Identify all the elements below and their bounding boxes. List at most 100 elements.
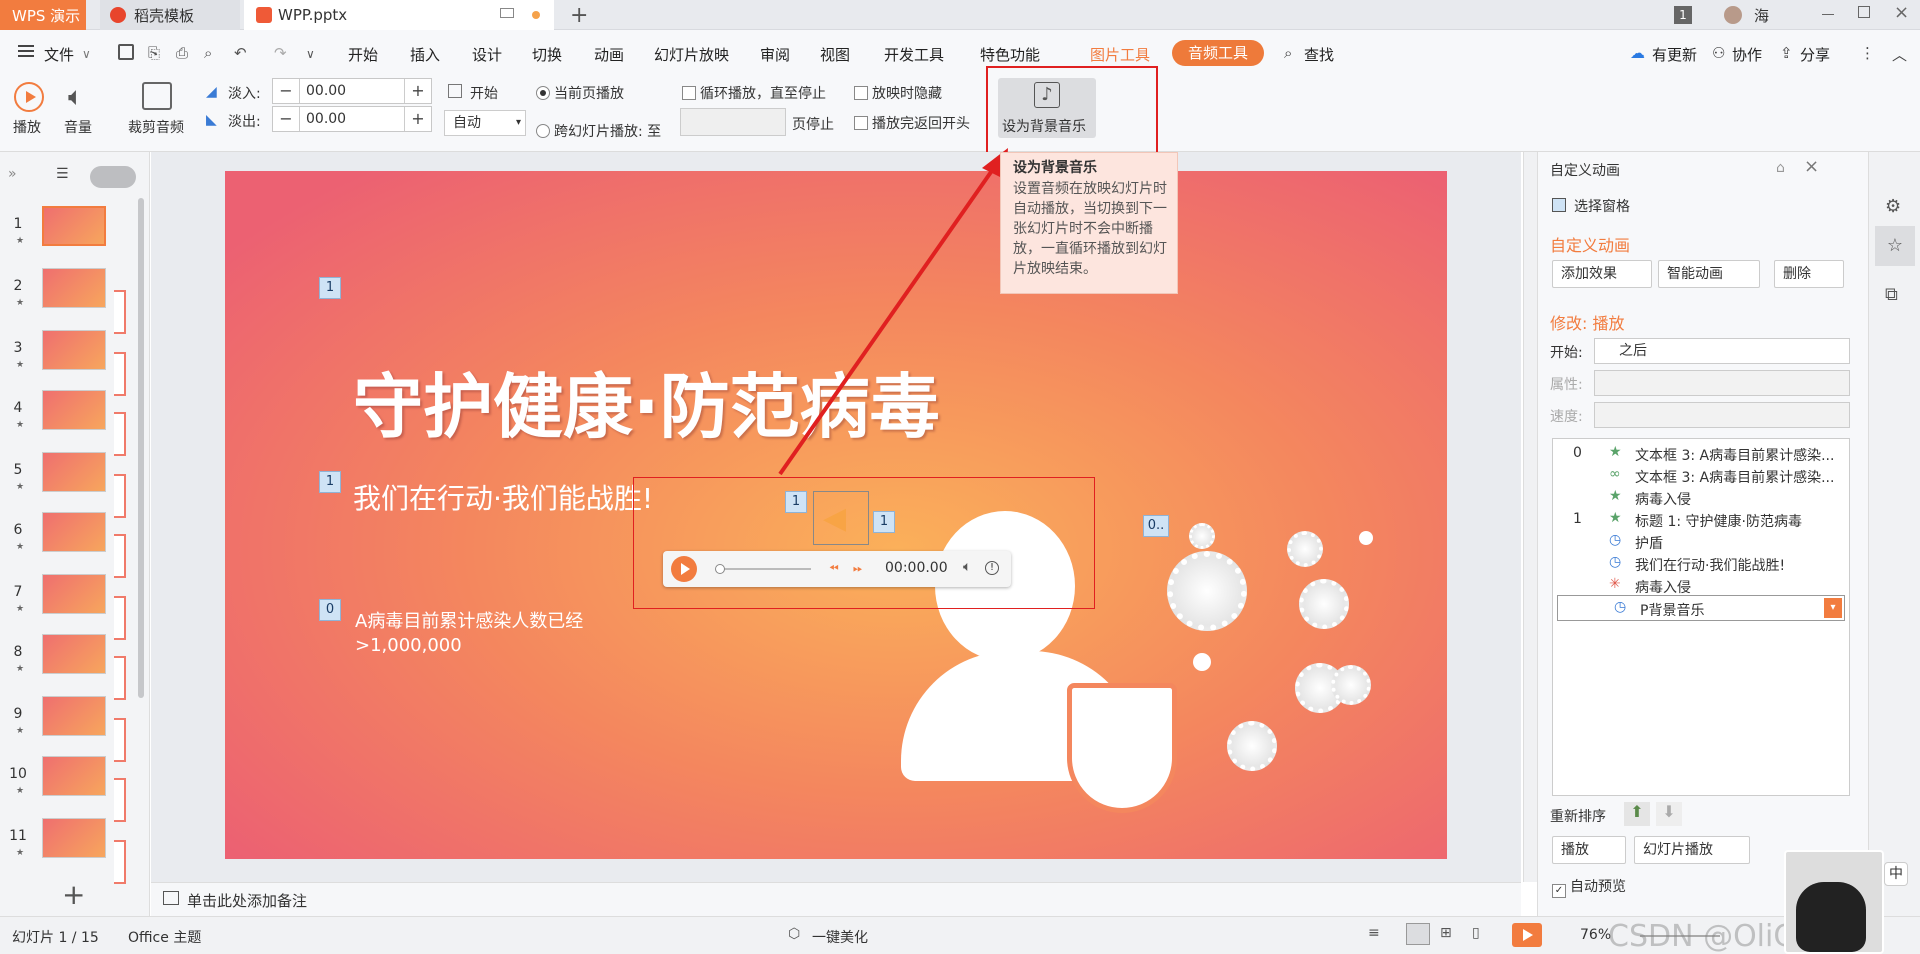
- more-icon[interactable]: ∨: [306, 47, 315, 61]
- slide-thumbnail[interactable]: [42, 696, 106, 736]
- notes-bar[interactable]: 单击此处添加备注: [151, 882, 1521, 916]
- autopreview-checkbox[interactable]: ✓ 自动预览: [1552, 876, 1626, 898]
- expand-icon[interactable]: »: [8, 166, 17, 182]
- menu-item-animation[interactable]: 动画: [594, 44, 624, 65]
- transition-icon[interactable]: ⧉: [1885, 284, 1898, 305]
- new-tab-button[interactable]: +: [570, 0, 588, 30]
- sorter-view-icon[interactable]: ⊞: [1440, 925, 1452, 941]
- slide-thumbnail[interactable]: [42, 452, 106, 492]
- menu-item-review[interactable]: 审阅: [760, 44, 790, 65]
- checkbox[interactable]: [682, 86, 696, 100]
- slide-thumbnail[interactable]: [42, 206, 106, 246]
- loop-checkbox[interactable]: 循环播放，直至停止: [682, 83, 826, 103]
- select-pane-icon[interactable]: [1552, 198, 1566, 212]
- virus-icon[interactable]: [1299, 579, 1349, 629]
- checkbox[interactable]: ✓: [1552, 884, 1566, 898]
- slide-thumbnail[interactable]: [42, 818, 106, 858]
- slide-thumbnail[interactable]: [42, 574, 106, 614]
- fade-in-value[interactable]: 00.00: [299, 79, 405, 103]
- preview-icon[interactable]: ⌕: [204, 44, 212, 62]
- slide-thumbnail[interactable]: [42, 268, 106, 308]
- checkbox[interactable]: [854, 116, 868, 130]
- chevron-down-icon[interactable]: ▾: [1824, 598, 1842, 618]
- virus-icon[interactable]: [1331, 665, 1371, 705]
- start-select[interactable]: 自动 ▾: [444, 110, 526, 136]
- app-tab[interactable]: WPS 演示: [0, 0, 86, 30]
- close-pane-icon[interactable]: ×: [1804, 156, 1819, 177]
- menu-item-design[interactable]: 设计: [472, 44, 502, 65]
- menu-item-audio-tools[interactable]: 音频工具: [1172, 40, 1264, 66]
- file-tab[interactable]: WPP.pptx: [244, 0, 554, 30]
- slide-text[interactable]: A病毒目前累计感染人数已经: [355, 607, 583, 633]
- fade-out-value[interactable]: 00.00: [299, 107, 405, 131]
- slide-thumbnail[interactable]: [42, 390, 106, 430]
- template-tab[interactable]: 稻壳模板: [100, 0, 240, 30]
- search-icon[interactable]: ⌕: [1284, 44, 1292, 62]
- speed-dropdown[interactable]: [1594, 402, 1850, 428]
- menu-item-developer[interactable]: 开发工具: [884, 44, 944, 65]
- anim-marker[interactable]: 1: [319, 471, 341, 493]
- beautify-button[interactable]: 一键美化: [812, 927, 868, 947]
- virus-icon[interactable]: [1359, 531, 1373, 545]
- slide-thumbnail[interactable]: [42, 512, 106, 552]
- volume-button[interactable]: 音量: [64, 117, 92, 137]
- hamburger-icon[interactable]: [18, 45, 34, 57]
- decrement-button[interactable]: −: [273, 107, 299, 131]
- ime-indicator[interactable]: 中: [1884, 862, 1908, 886]
- window-badge[interactable]: 1: [1674, 6, 1692, 24]
- redo-icon[interactable]: ↷: [274, 44, 287, 62]
- trim-audio-icon[interactable]: [142, 82, 172, 110]
- play-icon[interactable]: [14, 82, 44, 112]
- slide-counter[interactable]: 幻灯片 1 / 15: [12, 927, 99, 947]
- select-pane-link[interactable]: 选择窗格: [1574, 196, 1630, 216]
- collab-label[interactable]: 协作: [1732, 44, 1762, 65]
- search-label[interactable]: 查找: [1304, 44, 1334, 65]
- menu-item-slideshow[interactable]: 幻灯片放映: [654, 44, 729, 65]
- anim-marker[interactable]: 0..: [1143, 515, 1169, 537]
- reading-view-icon[interactable]: ▯: [1472, 925, 1480, 941]
- save-icon[interactable]: [118, 44, 134, 60]
- radio-off[interactable]: [536, 124, 550, 138]
- cloud-icon[interactable]: ☁: [1630, 44, 1645, 62]
- chevron-down-icon[interactable]: ∨: [82, 47, 91, 61]
- rewind-checkbox[interactable]: 播放完返回开头: [854, 113, 970, 133]
- anim-marker[interactable]: 1: [319, 277, 341, 299]
- start-dropdown[interactable]: 之后: [1594, 338, 1850, 364]
- menu-item-insert[interactable]: 插入: [410, 44, 440, 65]
- normal-view-icon[interactable]: [1406, 923, 1430, 945]
- share-icon[interactable]: ⇪: [1780, 44, 1793, 62]
- preview-play-button[interactable]: 播放: [1552, 836, 1626, 864]
- move-down-icon[interactable]: ⬇︎: [1656, 802, 1682, 826]
- close-icon[interactable]: ×: [1894, 2, 1909, 23]
- notes-toggle-icon[interactable]: ≡: [1368, 925, 1380, 941]
- monitor-icon[interactable]: [500, 8, 514, 18]
- pane-header[interactable]: 自定义动画: [1550, 160, 1620, 180]
- anim-marker[interactable]: 0: [319, 599, 341, 621]
- add-slide-button[interactable]: +: [62, 878, 85, 911]
- increment-button[interactable]: +: [405, 107, 431, 131]
- menu-item-transition[interactable]: 切换: [532, 44, 562, 65]
- menu-item-features[interactable]: 特色功能: [980, 44, 1040, 65]
- cross-slide-radio[interactable]: 跨幻灯片播放: 至: [536, 121, 661, 141]
- theme-label[interactable]: Office 主题: [128, 927, 201, 947]
- virus-icon[interactable]: [1227, 721, 1277, 771]
- file-menu[interactable]: 文件: [44, 44, 74, 65]
- more-vertical-icon[interactable]: ⋮: [1860, 44, 1875, 62]
- slide-thumbnail[interactable]: [42, 330, 106, 370]
- checkbox[interactable]: [854, 86, 868, 100]
- properties-icon[interactable]: ⚙︎: [1885, 196, 1901, 217]
- print-icon[interactable]: ⎙: [176, 44, 188, 62]
- decrement-button[interactable]: −: [273, 79, 299, 103]
- update-label[interactable]: 有更新: [1652, 44, 1697, 65]
- outline-icon[interactable]: ☰: [56, 166, 69, 182]
- slide-thumbnail[interactable]: [42, 756, 106, 796]
- shield-icon[interactable]: [1067, 683, 1177, 813]
- undo-icon[interactable]: ↶: [234, 44, 247, 62]
- hide-checkbox[interactable]: 放映时隐藏: [854, 83, 942, 103]
- collapse-ribbon-icon[interactable]: ︿: [1892, 44, 1907, 65]
- slides-view-icon[interactable]: [90, 166, 136, 188]
- slide-subtitle[interactable]: 我们在行动·我们能战胜!: [353, 477, 653, 517]
- virus-icon[interactable]: [1193, 653, 1211, 671]
- virus-icon[interactable]: [1167, 551, 1247, 631]
- notes-placeholder[interactable]: 单击此处添加备注: [187, 890, 307, 911]
